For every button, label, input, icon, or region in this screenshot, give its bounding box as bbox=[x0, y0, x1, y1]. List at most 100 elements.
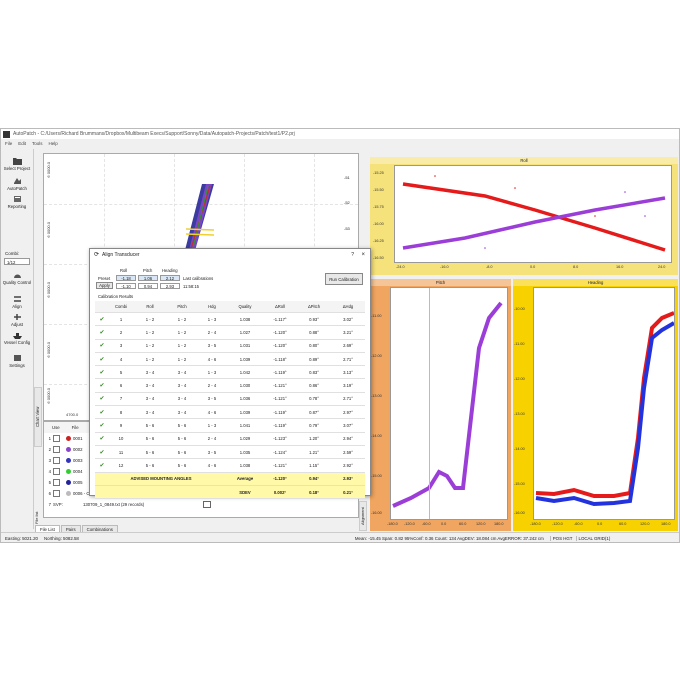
calibration-row[interactable]: ✔ 6 3 - 43 - 42 - 4 1.030 -1.121° 0.86° 3.19° bbox=[95, 378, 365, 393]
map-y-label: 6 0000.0 bbox=[46, 388, 51, 404]
pitch-y-tick: -12.00 bbox=[371, 354, 382, 358]
heading-plot-area[interactable] bbox=[533, 287, 675, 520]
menu-edit[interactable]: Edit bbox=[18, 141, 26, 146]
heading-y-tick: -10.00 bbox=[514, 307, 525, 311]
row-num: 4 bbox=[48, 469, 51, 474]
autopatch-button[interactable]: AutoPatch bbox=[1, 177, 33, 191]
row-num: 7 bbox=[48, 502, 51, 507]
align-transducer-dialog: ⟳ Align Transducer ? × Roll Pitch Headin… bbox=[89, 248, 371, 500]
use-checkmark-icon[interactable]: ✔ bbox=[95, 339, 109, 353]
adjust-button[interactable]: Adjust bbox=[1, 313, 33, 327]
vessel-config-button[interactable]: Vessel Config bbox=[1, 331, 33, 345]
use-checkmark-icon[interactable]: ✔ bbox=[95, 458, 109, 473]
table-header-row: Combi Roll Pitch Hdg Quality ΔRoll ΔPitc… bbox=[95, 301, 365, 313]
help-button[interactable]: ? bbox=[351, 252, 354, 258]
pitch-plot-area[interactable] bbox=[390, 287, 508, 520]
heading-y-tick: -13.00 bbox=[514, 412, 525, 416]
file-name: 0004 bbox=[73, 469, 83, 474]
use-checkbox[interactable] bbox=[53, 490, 60, 497]
svp-edit-icon[interactable] bbox=[203, 501, 211, 508]
file-color-swatch[interactable] bbox=[66, 436, 71, 441]
use-checkmark-icon[interactable]: ✔ bbox=[95, 352, 109, 367]
use-checkmark-icon[interactable]: ✔ bbox=[95, 405, 109, 420]
use-checkbox[interactable] bbox=[53, 446, 60, 453]
calibration-row[interactable]: ✔ 1 1 - 21 - 21 - 3 1.038 -1.117° 0.93° 3.02° bbox=[95, 312, 365, 327]
heading-x-tick: -60.0 bbox=[574, 522, 583, 526]
table-cell: -1.123° bbox=[263, 432, 297, 446]
col-header: ΔHdg bbox=[331, 301, 365, 313]
table-cell: 3 - 4 bbox=[133, 392, 167, 407]
pitch-y-tick: -14.00 bbox=[371, 434, 382, 438]
use-checkmark-icon[interactable]: ✔ bbox=[95, 365, 109, 380]
use-checkmark-icon[interactable]: ✔ bbox=[95, 312, 109, 327]
menu-file[interactable]: File bbox=[5, 141, 12, 146]
chart-view-tab[interactable]: Chart View bbox=[34, 387, 42, 447]
align-button[interactable]: Align bbox=[1, 295, 33, 309]
pitch-y-tick: -11.00 bbox=[371, 314, 382, 318]
file-list-side-label: File list bbox=[34, 511, 39, 525]
calibration-row[interactable]: ✔ 5 3 - 43 - 41 - 3 1.042 -1.119° 0.83° 3.13° bbox=[95, 365, 365, 380]
table-cell: 1.20° bbox=[297, 432, 331, 446]
calibration-row[interactable]: ✔ 7 3 - 43 - 43 - 5 1.036 -1.121° 0.78° 2.71° bbox=[95, 392, 365, 407]
select-project-button[interactable]: Select Project bbox=[1, 157, 33, 171]
file-color-swatch[interactable] bbox=[66, 491, 71, 496]
table-cell: 4 - 6 bbox=[197, 405, 227, 420]
use-checkmark-icon[interactable]: ✔ bbox=[95, 445, 109, 460]
table-cell: 2.59° bbox=[331, 445, 365, 460]
use-checkbox[interactable] bbox=[53, 457, 60, 464]
apply-pitch-field[interactable]: 0.94 bbox=[138, 283, 158, 289]
svp-label: SVP: bbox=[53, 502, 63, 507]
calibration-row[interactable]: ✔ 8 3 - 43 - 44 - 6 1.039 -1.119° 0.87° 2.97° bbox=[95, 405, 365, 420]
quality-control-button[interactable]: Quality Control bbox=[1, 271, 33, 285]
calibration-row[interactable]: ✔ 2 1 - 21 - 22 - 4 1.027 -1.120° 0.88° 3.21° bbox=[95, 325, 365, 340]
menu-help[interactable]: Help bbox=[49, 141, 58, 146]
reporting-button[interactable]: Reporting bbox=[1, 195, 33, 209]
alignment-tab[interactable]: Alignment bbox=[359, 501, 367, 531]
calibration-row[interactable]: ✔ 12 5 - 65 - 64 - 6 1.038 -1.121° 1.15° 2.92° bbox=[95, 458, 365, 473]
col-header: Hdg bbox=[197, 301, 227, 313]
close-button[interactable]: × bbox=[361, 252, 365, 258]
use-checkbox[interactable] bbox=[53, 479, 60, 486]
preset-heading-field[interactable]: 2.12 bbox=[160, 275, 180, 281]
settings-button[interactable]: Settings bbox=[1, 354, 33, 368]
use-checkmark-icon[interactable]: ✔ bbox=[95, 378, 109, 393]
table-cell: 2.71° bbox=[331, 352, 365, 367]
roll-x-tick: 24.0 bbox=[658, 265, 666, 269]
svp-row[interactable]: 7 SVP: 130709_1_0849.txt (29 records) bbox=[44, 499, 360, 510]
table-cell: 1.038 bbox=[227, 458, 263, 473]
pitch-x-tick: 180.0 bbox=[494, 522, 504, 526]
combi-select[interactable]: 1/12 bbox=[4, 258, 30, 265]
map-y-label: 6 0000.0 bbox=[46, 342, 51, 358]
file-color-swatch[interactable] bbox=[66, 447, 71, 452]
menu-tools[interactable]: Tools bbox=[32, 141, 43, 146]
calibration-row[interactable]: ✔ 3 1 - 21 - 23 - 5 1.031 -1.120° 0.80° 2.69° bbox=[95, 339, 365, 353]
roll-plot-area[interactable] bbox=[394, 165, 672, 263]
apply-roll-field[interactable]: -1.10 bbox=[116, 283, 136, 289]
run-calibration-button[interactable]: Run Calibration bbox=[325, 273, 363, 285]
file-color-swatch[interactable] bbox=[66, 480, 71, 485]
use-checkbox[interactable] bbox=[53, 468, 60, 475]
col-header: Roll bbox=[133, 301, 167, 313]
use-checkmark-icon[interactable]: ✔ bbox=[95, 325, 109, 340]
row-num: 5 bbox=[48, 480, 51, 485]
use-checkmark-icon[interactable]: ✔ bbox=[95, 392, 109, 407]
table-cell: 2.69° bbox=[331, 339, 365, 353]
status-northing: Northing: 5082.58 bbox=[43, 535, 79, 541]
preset-roll-field[interactable]: -1.18 bbox=[116, 275, 136, 281]
apply-button[interactable]: Apply bbox=[96, 282, 113, 289]
use-checkbox[interactable] bbox=[53, 435, 60, 442]
calibration-row[interactable]: ✔ 9 5 - 65 - 61 - 3 1.041 -1.119° 0.79° 3.07° bbox=[95, 418, 365, 433]
table-cell: 3 - 4 bbox=[167, 405, 197, 420]
use-checkmark-icon[interactable]: ✔ bbox=[95, 418, 109, 433]
map-y-label: 6 0000.0 bbox=[46, 222, 51, 238]
table-cell: 3.02° bbox=[331, 312, 365, 327]
calibration-row[interactable]: ✔ 4 1 - 21 - 24 - 6 1.039 -1.118° 0.89° 2.71° bbox=[95, 352, 365, 367]
calibration-row[interactable]: ✔ 11 5 - 65 - 63 - 5 1.035 -1.124° 1.21° 2.59° bbox=[95, 445, 365, 460]
preset-pitch-field[interactable]: 1.06 bbox=[138, 275, 158, 281]
adjust-icon bbox=[13, 313, 22, 321]
apply-heading-field[interactable]: 2.93 bbox=[160, 283, 180, 289]
use-checkmark-icon[interactable]: ✔ bbox=[95, 432, 109, 446]
calibration-row[interactable]: ✔ 10 5 - 65 - 62 - 4 1.029 -1.123° 1.20° 2.94° bbox=[95, 432, 365, 446]
file-color-swatch[interactable] bbox=[66, 469, 71, 474]
file-color-swatch[interactable] bbox=[66, 458, 71, 463]
